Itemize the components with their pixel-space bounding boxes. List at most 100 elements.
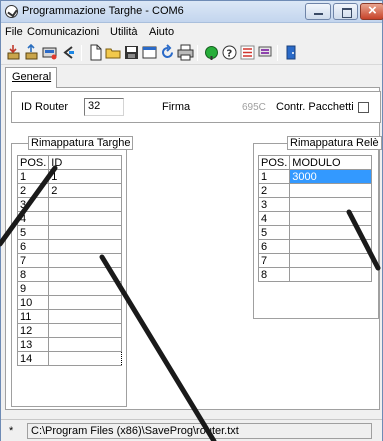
refresh-icon[interactable] — [159, 44, 176, 61]
targhe-cell-pos[interactable]: 7 — [16, 253, 50, 268]
rele-cell-pos[interactable]: 2 — [257, 183, 291, 198]
targhe-cell-value[interactable] — [48, 337, 122, 352]
targhe-cell-value[interactable] — [48, 253, 122, 268]
rele-cell-pos[interactable]: 8 — [257, 267, 291, 282]
targhe-row[interactable]: 7 — [16, 253, 122, 268]
rele-col-pos[interactable]: POS. — [257, 155, 291, 170]
rele-cell-value[interactable] — [289, 197, 372, 212]
exit-icon[interactable] — [283, 44, 300, 61]
targhe-cell-pos[interactable]: 8 — [16, 267, 50, 282]
targhe-row[interactable]: 8 — [16, 267, 122, 282]
tools-icon[interactable] — [257, 44, 274, 61]
targhe-row[interactable]: 12 — [16, 323, 122, 338]
targhe-cell-pos[interactable]: 5 — [16, 225, 50, 240]
targhe-cell-value[interactable] — [48, 295, 122, 310]
targhe-cell-value[interactable] — [48, 281, 122, 296]
title-bar[interactable]: Programmazione Targhe - COM6 — [1, 1, 383, 23]
close-button[interactable] — [360, 2, 383, 20]
targhe-cell-pos[interactable]: 14 — [16, 351, 50, 366]
targhe-cell-value[interactable]: 1 — [48, 169, 122, 184]
targhe-row[interactable]: 9 — [16, 281, 122, 296]
scanner-icon[interactable] — [41, 44, 58, 61]
rele-row[interactable]: 3 — [257, 197, 372, 212]
rele-row[interactable]: 6 — [257, 239, 372, 254]
rele-cell-pos[interactable]: 7 — [257, 253, 291, 268]
targhe-grid[interactable]: POS. ID 1 1 2 2 3 4 5 6 7 8 9 10 11 12 13 14 — [16, 155, 122, 366]
rele-row[interactable]: 2 — [257, 183, 372, 198]
toolbar-separator — [197, 45, 198, 61]
targhe-col-id[interactable]: ID — [48, 155, 122, 170]
rele-cell-pos[interactable]: 6 — [257, 239, 291, 254]
targhe-row[interactable]: 13 — [16, 337, 122, 352]
rele-col-modulo[interactable]: MODULO — [289, 155, 372, 170]
save-icon[interactable] — [123, 44, 140, 61]
targhe-cell-pos[interactable]: 4 — [16, 211, 50, 226]
targhe-row[interactable]: 4 — [16, 211, 122, 226]
rele-cell-value[interactable] — [289, 253, 372, 268]
menu-utilita[interactable]: Utilità — [110, 26, 138, 38]
rele-row[interactable]: 5 — [257, 225, 372, 240]
targhe-cell-value[interactable]: 2 — [48, 183, 122, 198]
rele-cell-pos[interactable]: 5 — [257, 225, 291, 240]
targhe-cell-value[interactable] — [48, 267, 122, 282]
targhe-cell-value[interactable] — [48, 239, 122, 254]
open-folder-icon[interactable] — [105, 44, 122, 61]
targhe-col-pos[interactable]: POS. — [16, 155, 50, 170]
targhe-cell-pos[interactable]: 10 — [16, 295, 50, 310]
help-icon[interactable]: ? — [221, 44, 238, 61]
targhe-row[interactable]: 14 — [16, 351, 122, 366]
settings-icon[interactable] — [239, 44, 256, 61]
write-icon[interactable] — [23, 44, 40, 61]
minimize-button[interactable] — [305, 3, 331, 20]
targhe-cell-pos[interactable]: 9 — [16, 281, 50, 296]
rele-cell-pos[interactable]: 1 — [257, 169, 291, 184]
menu-aiuto[interactable]: Aiuto — [149, 26, 174, 38]
menu-file[interactable]: File — [5, 26, 23, 38]
targhe-cell-value[interactable] — [48, 211, 122, 226]
rele-cell-value[interactable] — [289, 267, 372, 282]
targhe-row[interactable]: 22 — [16, 183, 122, 198]
window-icon[interactable] — [141, 44, 158, 61]
menu-comunicazioni[interactable]: Comunicazioni — [27, 26, 99, 38]
rele-cell-pos[interactable]: 4 — [257, 211, 291, 226]
targhe-cell-value[interactable] — [48, 225, 122, 240]
targhe-cell-value[interactable] — [48, 351, 122, 366]
rele-cell-value[interactable] — [289, 225, 372, 240]
rele-cell-value[interactable]: 3000 — [289, 169, 372, 184]
maximize-button[interactable] — [333, 3, 358, 20]
rele-grid[interactable]: POS. MODULO 1 3000 2 3 4 5 6 7 8 — [257, 155, 372, 282]
targhe-row[interactable]: 11 — [16, 169, 122, 184]
targhe-row[interactable]: 6 — [16, 239, 122, 254]
targhe-cell-pos[interactable]: 6 — [16, 239, 50, 254]
rele-cell-value[interactable] — [289, 211, 372, 226]
targhe-cell-pos[interactable]: 1 — [16, 169, 50, 184]
toolbar-separator — [277, 45, 278, 61]
rele-row[interactable]: 8 — [257, 267, 372, 282]
tab-general[interactable]: General — [5, 67, 57, 88]
targhe-row[interactable]: 3 — [16, 197, 122, 212]
targhe-cell-value[interactable] — [48, 197, 122, 212]
targhe-cell-pos[interactable]: 11 — [16, 309, 50, 324]
rele-cell-value[interactable] — [289, 239, 372, 254]
targhe-cell-value[interactable] — [48, 309, 122, 324]
id-router-input[interactable]: 32 — [84, 98, 124, 116]
connect-icon[interactable] — [203, 44, 220, 61]
back-arrow-icon[interactable] — [60, 44, 77, 61]
rele-cell-pos[interactable]: 3 — [257, 197, 291, 212]
rele-row[interactable]: 1 3000 — [257, 169, 372, 184]
new-file-icon[interactable] — [87, 44, 104, 61]
rele-row[interactable]: 7 — [257, 253, 372, 268]
read-icon[interactable] — [5, 44, 22, 61]
print-icon[interactable] — [177, 44, 194, 61]
targhe-row[interactable]: 11 — [16, 309, 122, 324]
targhe-cell-pos[interactable]: 2 — [16, 183, 50, 198]
rele-cell-value[interactable] — [289, 183, 372, 198]
targhe-cell-pos[interactable]: 12 — [16, 323, 50, 338]
targhe-cell-value[interactable] — [48, 323, 122, 338]
rele-row[interactable]: 4 — [257, 211, 372, 226]
contr-pacchetti-checkbox[interactable] — [358, 102, 369, 113]
targhe-row[interactable]: 5 — [16, 225, 122, 240]
targhe-row[interactable]: 10 — [16, 295, 122, 310]
targhe-cell-pos[interactable]: 3 — [16, 197, 50, 212]
targhe-cell-pos[interactable]: 13 — [16, 337, 50, 352]
